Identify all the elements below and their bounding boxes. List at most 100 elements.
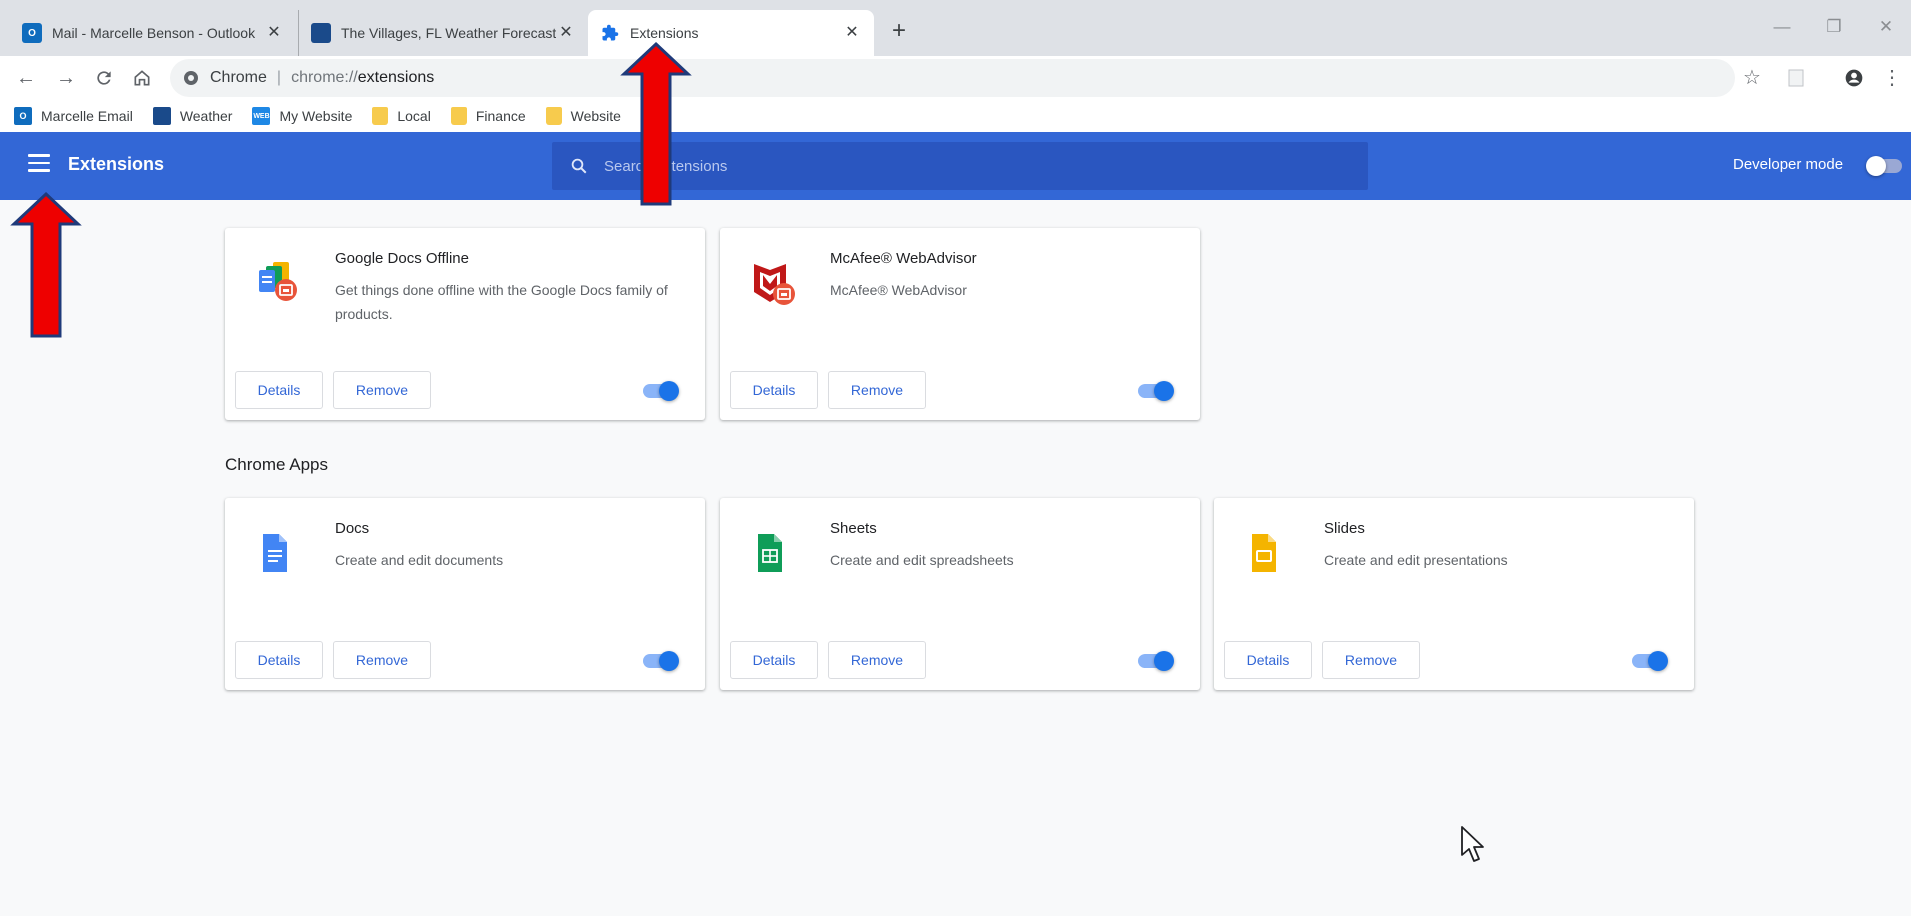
- developer-mode-toggle[interactable]: [1866, 156, 1902, 176]
- folder-icon: [372, 107, 389, 125]
- toggle-knob: [659, 651, 679, 671]
- chrome-site-icon: [184, 71, 198, 85]
- tab-outlook[interactable]: O Mail - Marcelle Benson - Outlook ✕: [10, 10, 296, 56]
- app-card-slides: Slides Create and edit presentations Det…: [1214, 498, 1694, 690]
- extension-description: Get things done offline with the Google …: [335, 282, 668, 322]
- mouse-cursor-icon: [1461, 826, 1484, 862]
- remove-button[interactable]: Remove: [333, 641, 431, 679]
- app-name: Slides: [1324, 520, 1365, 537]
- minimize-icon[interactable]: —: [1762, 14, 1802, 40]
- toggle-knob: [1154, 651, 1174, 671]
- bookmark-label: Finance: [475, 108, 526, 124]
- close-window-icon[interactable]: ✕: [1866, 14, 1906, 40]
- developer-mode-label: Developer mode: [1733, 156, 1844, 173]
- bookmark-my-website[interactable]: WEB My Website: [252, 107, 352, 125]
- extension-card-google-docs-offline: Google Docs Offline Get things done offl…: [225, 228, 705, 420]
- home-icon[interactable]: [128, 64, 156, 92]
- enable-toggle[interactable]: [643, 651, 679, 671]
- extension-action-icon[interactable]: [1782, 64, 1810, 92]
- profile-icon[interactable]: [1840, 64, 1868, 92]
- app-name: Sheets: [830, 520, 877, 537]
- weather-icon: [311, 23, 331, 43]
- tab-strip: O Mail - Marcelle Benson - Outlook ✕ The…: [0, 0, 1911, 56]
- bookmark-label: Weather: [179, 108, 233, 124]
- slides-icon: [1242, 528, 1298, 584]
- app-card-sheets: Sheets Create and edit spreadsheets Deta…: [720, 498, 1200, 690]
- address-bar[interactable]: Chrome | chrome://extensions: [170, 59, 1735, 97]
- bookmark-weather[interactable]: Weather: [152, 107, 233, 125]
- bookmark-label: Marcelle Email: [41, 108, 133, 124]
- hamburger-menu-icon[interactable]: [28, 154, 50, 176]
- extension-name: Google Docs Offline: [335, 250, 469, 267]
- details-button[interactable]: Details: [730, 371, 818, 409]
- reload-icon[interactable]: [90, 64, 118, 92]
- extensions-header: Extensions Developer mode: [0, 132, 1911, 200]
- outlook-icon: O: [22, 23, 42, 43]
- details-button[interactable]: Details: [1224, 641, 1312, 679]
- toggle-knob: [659, 381, 679, 401]
- enable-toggle[interactable]: [643, 381, 679, 401]
- bookmark-label: Local: [397, 108, 431, 124]
- remove-button[interactable]: Remove: [1322, 641, 1420, 679]
- details-button[interactable]: Details: [235, 641, 323, 679]
- toggle-knob: [1154, 381, 1174, 401]
- browser-window: O Mail - Marcelle Benson - Outlook ✕ The…: [0, 0, 1911, 916]
- url-path: extensions: [357, 69, 435, 86]
- details-button[interactable]: Details: [235, 371, 323, 409]
- toggle-knob: [1648, 651, 1668, 671]
- bookmark-marcelle-email[interactable]: O Marcelle Email: [14, 107, 133, 125]
- new-tab-button[interactable]: +: [884, 16, 914, 46]
- forward-icon[interactable]: →: [52, 64, 80, 92]
- bookmark-folder-finance[interactable]: Finance: [450, 107, 526, 125]
- puzzle-icon: [600, 23, 620, 43]
- app-name: Docs: [335, 520, 370, 537]
- app-description: Create and edit documents: [335, 552, 504, 568]
- search-input[interactable]: [604, 157, 1304, 175]
- restore-icon[interactable]: ❐: [1814, 14, 1854, 40]
- bookmark-folder-website[interactable]: Website: [545, 107, 621, 125]
- tab-close-icon[interactable]: ✕: [264, 23, 284, 43]
- remove-button[interactable]: Remove: [828, 641, 926, 679]
- outlook-icon: O: [14, 107, 32, 125]
- extension-name: McAfee® WebAdvisor: [830, 250, 977, 267]
- tab-title: The Villages, FL Weather Forecast: [341, 25, 557, 41]
- bookmark-star-icon[interactable]: ☆: [1738, 64, 1766, 92]
- enable-toggle[interactable]: [1138, 381, 1174, 401]
- remove-button[interactable]: Remove: [828, 371, 926, 409]
- extension-description: McAfee® WebAdvisor: [830, 282, 967, 298]
- app-description: Create and edit spreadsheets: [830, 552, 1014, 568]
- mcafee-icon: [748, 258, 804, 314]
- more-menu-icon[interactable]: ⋮: [1878, 64, 1906, 92]
- annotation-arrow-up-icon: [620, 41, 692, 206]
- extension-card-mcafee-webadvisor: McAfee® WebAdvisor McAfee® WebAdvisor De…: [720, 228, 1200, 420]
- enable-toggle[interactable]: [1138, 651, 1174, 671]
- google-docs-offline-icon: [253, 258, 309, 314]
- details-button[interactable]: Details: [730, 641, 818, 679]
- search-icon: [571, 158, 587, 174]
- page-title: Extensions: [68, 154, 165, 174]
- app-card-docs: Docs Create and edit documents Details R…: [225, 498, 705, 690]
- toggle-knob: [1866, 156, 1886, 176]
- url-separator: |: [276, 69, 282, 86]
- tab-weather[interactable]: The Villages, FL Weather Forecast ✕: [298, 10, 588, 56]
- tab-title: Extensions: [630, 25, 699, 41]
- url-scheme: chrome://: [291, 69, 358, 86]
- folder-icon: [545, 107, 562, 125]
- tab-close-icon[interactable]: ✕: [556, 23, 576, 43]
- remove-button[interactable]: Remove: [333, 371, 431, 409]
- toolbar: ← → Chrome | chrome://extensions ☆ ⋮: [0, 56, 1911, 100]
- website-icon: WEB: [252, 107, 271, 125]
- site-label: Chrome: [210, 69, 267, 86]
- tab-title: Mail - Marcelle Benson - Outlook: [52, 25, 256, 41]
- bookmark-label: Website: [570, 108, 621, 124]
- bookmark-folder-local[interactable]: Local: [372, 107, 431, 125]
- folder-icon: [450, 107, 467, 125]
- bookmarks-bar: O Marcelle Email Weather WEB My Website …: [0, 100, 1911, 132]
- sheets-icon: [748, 528, 804, 584]
- enable-toggle[interactable]: [1632, 651, 1668, 671]
- tab-close-icon[interactable]: ✕: [842, 23, 862, 43]
- bookmark-label: My Website: [279, 108, 353, 124]
- docs-icon: [253, 528, 309, 584]
- weather-icon: [152, 107, 171, 125]
- back-icon[interactable]: ←: [12, 64, 40, 92]
